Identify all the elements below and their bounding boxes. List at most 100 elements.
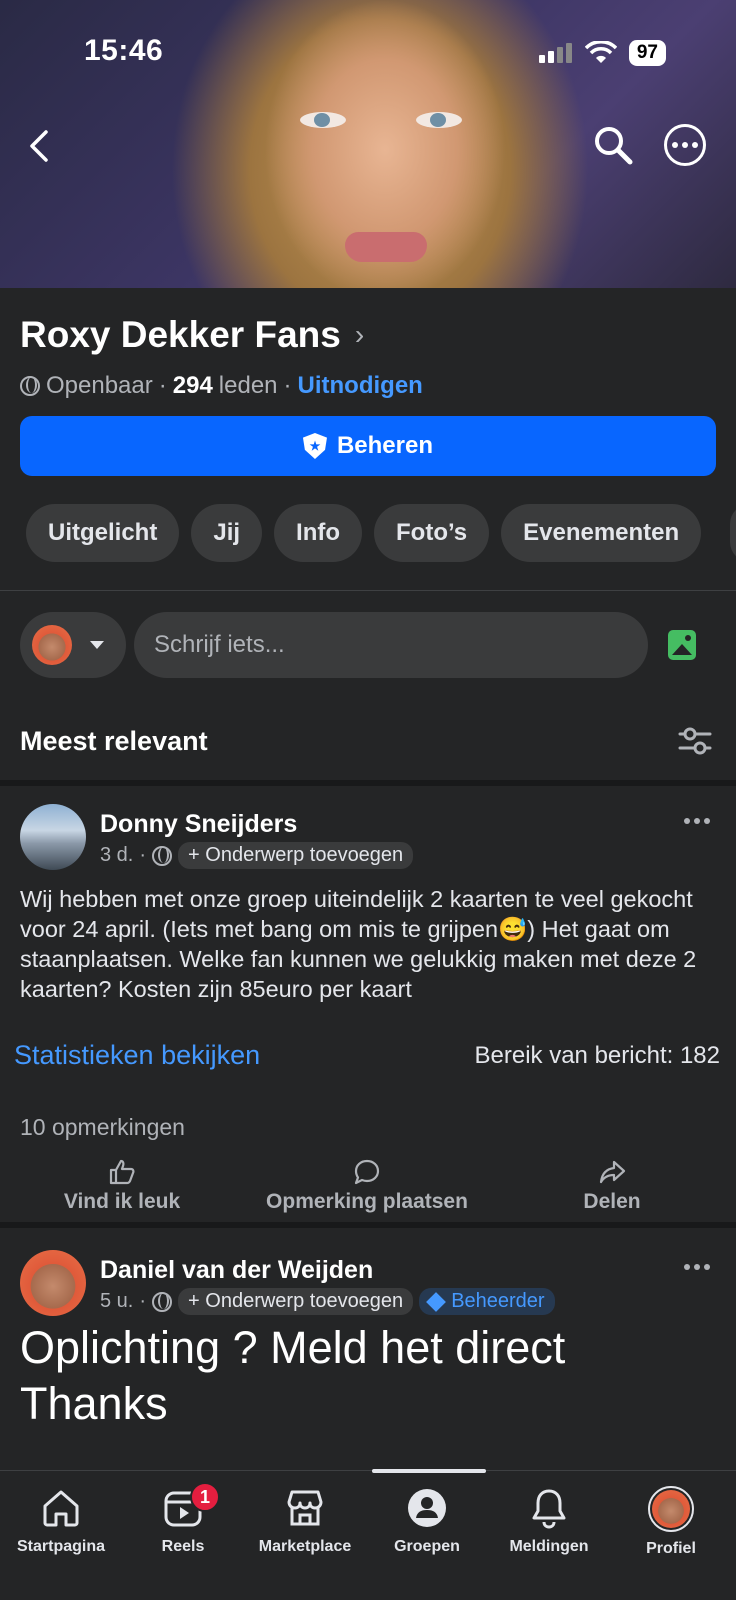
nav-notifications[interactable]: Meldingen (488, 1486, 610, 1556)
manage-label: Beheren (336, 432, 434, 459)
dot-icon (672, 142, 678, 148)
add-topic-chip[interactable]: + Onderwerp toevoegen (178, 842, 414, 869)
separator-dot: · (283, 372, 292, 399)
group-name: Roxy Dekker Fans (20, 314, 341, 355)
status-icons: 97 (538, 40, 666, 66)
nav-home-label: Startpagina (16, 1538, 105, 1555)
dot-icon (684, 1264, 690, 1270)
post-time[interactable]: 5 u. (100, 1290, 133, 1313)
avatar (652, 1490, 690, 1528)
photo-icon[interactable] (668, 630, 696, 660)
profile-avatar (648, 1486, 694, 1532)
bell-icon (532, 1489, 566, 1529)
cover-eye-right (416, 112, 462, 128)
separator-dot: · (158, 372, 167, 399)
dot-icon (694, 1264, 700, 1270)
chevron-right-icon: › (354, 319, 365, 350)
post-more-button[interactable] (684, 818, 710, 824)
group-privacy: Openbaar (46, 372, 153, 399)
more-options-button[interactable] (664, 124, 706, 166)
share-label: Delen (583, 1190, 641, 1213)
globe-icon (152, 845, 173, 866)
tab-featured[interactable]: Uitgelicht (26, 504, 180, 562)
shield-star-icon: ★ (302, 433, 327, 459)
comment-count[interactable]: 10 opmerkingen (20, 1114, 185, 1141)
add-topic-chip[interactable]: + Onderwerp toevoegen (178, 1288, 414, 1315)
nav-profile[interactable]: Profiel (610, 1486, 732, 1558)
back-button[interactable] (24, 126, 58, 166)
tab-events[interactable]: Evenementen (501, 504, 702, 562)
post-reach: Bereik van bericht: 182 (474, 1042, 720, 1069)
section-divider (0, 780, 736, 786)
caret-down-icon (90, 641, 104, 649)
cover-eye-left (300, 112, 346, 128)
nav-reels[interactable]: Reels 1 (122, 1482, 244, 1556)
filter-icon[interactable] (678, 726, 712, 756)
invite-link[interactable]: Uitnodigen (298, 372, 423, 400)
search-button[interactable] (592, 124, 634, 166)
reels-badge: 1 (190, 1482, 220, 1512)
dot-icon (692, 142, 698, 148)
composer-input[interactable]: Schrijf iets... (134, 612, 648, 678)
dot-icon (704, 818, 710, 824)
dot-icon (694, 818, 700, 824)
group-meta: Openbaar · 294 leden · Uitnodigen (20, 372, 423, 400)
marketplace-icon (287, 1490, 323, 1526)
tab-you[interactable]: Jij (191, 504, 263, 562)
post-meta: 5 u. · + Onderwerp toevoegen Beheerder (100, 1288, 555, 1315)
avatar (32, 625, 72, 665)
dot-icon (682, 142, 688, 148)
globe-icon (20, 376, 40, 396)
sort-label[interactable]: Meest relevant (20, 726, 208, 757)
nav-profile-label: Profiel (646, 1540, 696, 1557)
separator-dot: · (139, 1290, 147, 1312)
tab-next-peek[interactable] (730, 504, 736, 562)
section-divider (0, 1222, 736, 1228)
wifi-icon (584, 41, 617, 63)
like-label: Vind ik leuk (63, 1190, 181, 1213)
chevron-left-icon (30, 130, 48, 162)
post-text: Wij hebben met onze groep uiteindelijk 2… (20, 886, 697, 1002)
comment-icon (354, 1159, 380, 1185)
post-author[interactable]: Daniel van der Weijden (100, 1256, 373, 1285)
nav-groups[interactable]: Groepen (366, 1486, 488, 1556)
tab-photos[interactable]: Foto’s (374, 504, 490, 562)
dot-icon (684, 818, 690, 824)
nav-home[interactable]: Startpagina (0, 1486, 122, 1556)
admin-badge: Beheerder (419, 1288, 555, 1315)
divider (0, 590, 736, 591)
globe-icon (152, 1291, 173, 1312)
share-button[interactable]: Delen (552, 1158, 672, 1214)
active-tab-indicator (372, 1469, 486, 1473)
group-tabs: Uitgelicht Jij Info Foto’s Evenementen (26, 504, 702, 562)
nav-reels-label: Reels (161, 1538, 205, 1555)
comment-button[interactable]: Opmerking plaatsen (252, 1158, 482, 1214)
avatar[interactable] (20, 804, 86, 870)
members-label: leden (218, 372, 278, 399)
group-title[interactable]: Roxy Dekker Fans › (20, 314, 364, 356)
post-text-line: Thanks (20, 1378, 168, 1429)
members-count: 294 (172, 372, 213, 399)
post-text: Oplichting ? Meld het direct Thanks (20, 1320, 720, 1432)
battery-indicator: 97 (628, 40, 666, 66)
share-icon (599, 1160, 626, 1184)
tab-info[interactable]: Info (274, 504, 363, 562)
nav-marketplace-label: Marketplace (258, 1538, 352, 1555)
signal-icon (538, 43, 572, 63)
post-meta: 3 d. · + Onderwerp toevoegen (100, 842, 414, 869)
dot-icon (704, 1264, 710, 1270)
nav-groups-label: Groepen (394, 1538, 460, 1555)
like-button[interactable]: Vind ik leuk (52, 1158, 192, 1214)
avatar[interactable] (20, 1250, 86, 1316)
nav-marketplace[interactable]: Marketplace (244, 1486, 366, 1556)
manage-button[interactable]: ★ Beheren (20, 416, 716, 476)
nav-notifications-label: Meldingen (509, 1538, 589, 1555)
post-more-button[interactable] (684, 1264, 710, 1270)
post-author[interactable]: Donny Sneijders (100, 810, 297, 839)
post-as-selector[interactable] (20, 612, 126, 678)
post-time[interactable]: 3 d. (100, 844, 133, 867)
view-stats-link[interactable]: Statistieken bekijken (14, 1040, 260, 1071)
comment-label: Opmerking plaatsen (266, 1190, 468, 1213)
separator-dot: · (139, 844, 147, 866)
status-time: 15:46 (84, 34, 164, 67)
